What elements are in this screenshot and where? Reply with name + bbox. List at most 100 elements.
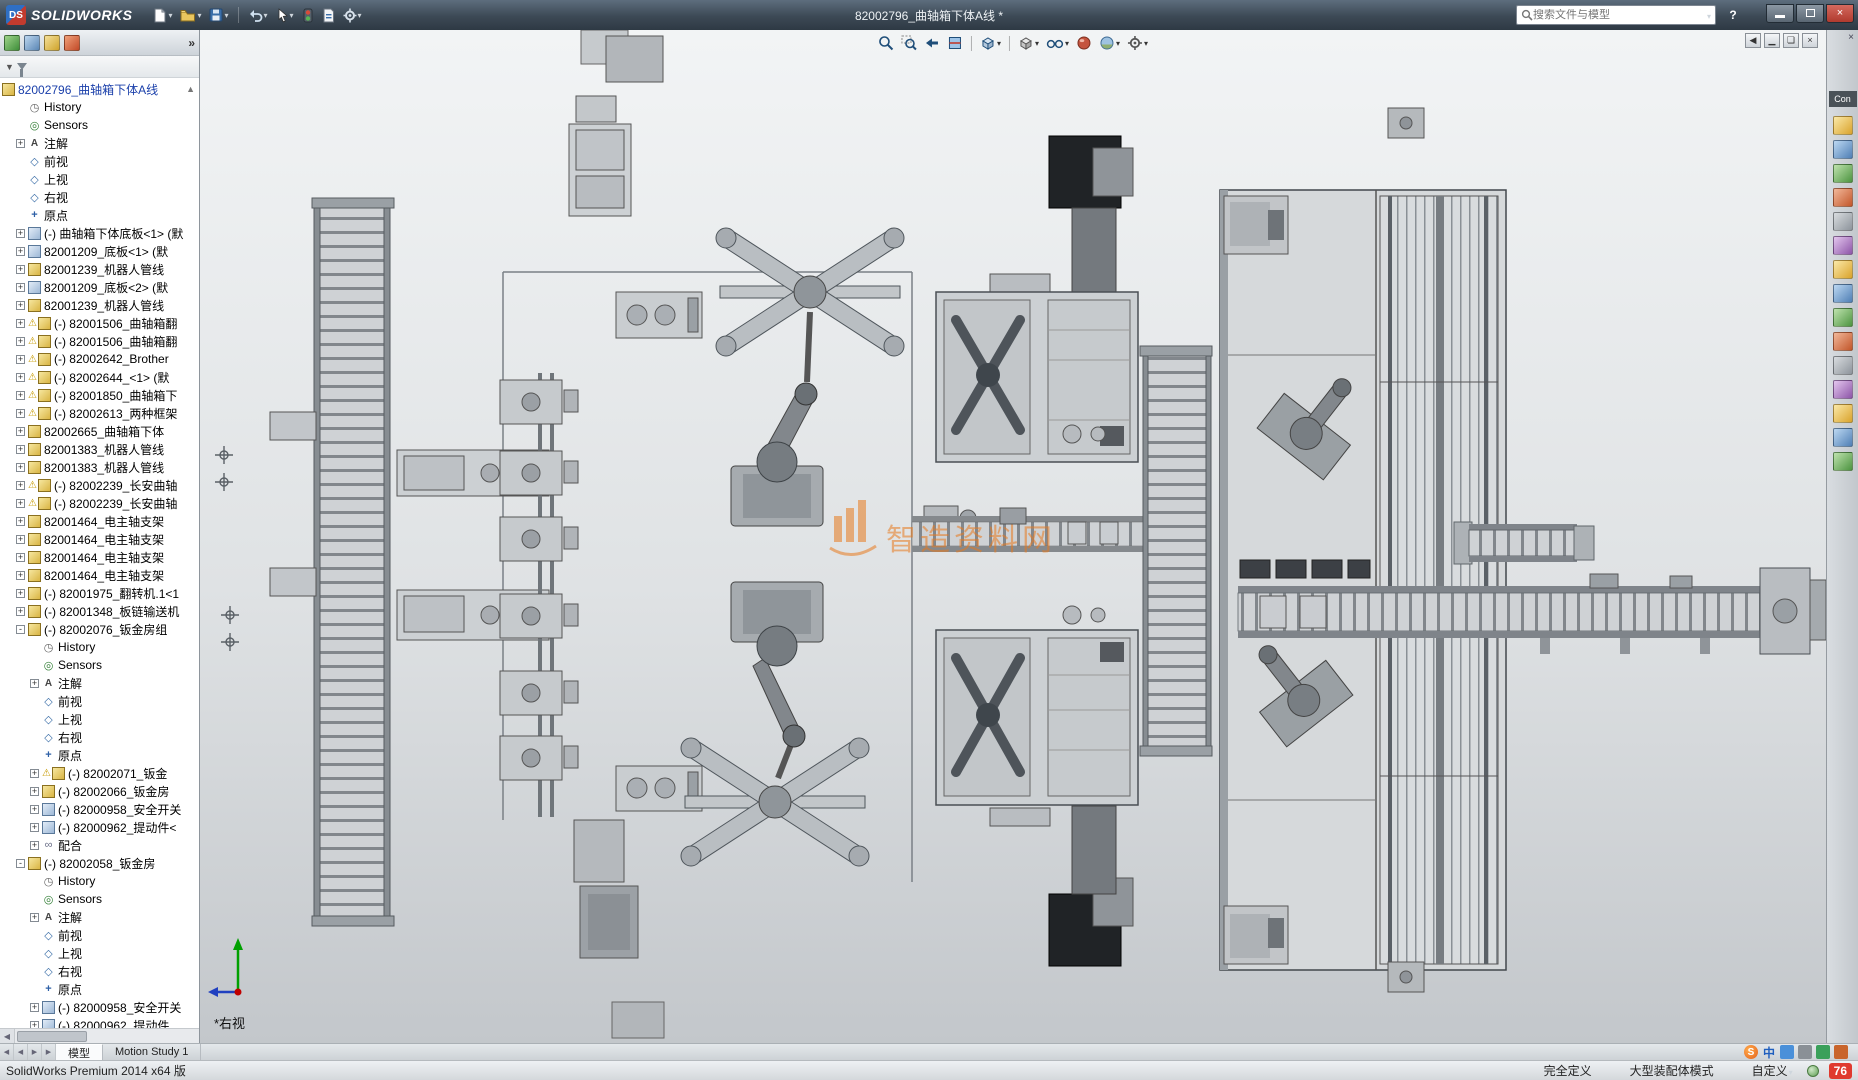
tree-item[interactable]: + (-) 82002642_Brother [0, 350, 199, 368]
expand-toggle[interactable]: + [16, 265, 25, 274]
tree-item[interactable]: + 注解 [0, 134, 199, 152]
featuremanager-tab-icon[interactable] [4, 35, 20, 51]
configurationmanager-tab-icon[interactable] [44, 35, 60, 51]
scrollbar-thumb[interactable] [17, 1031, 87, 1042]
next-tab-arrow[interactable]: ▶ [28, 1044, 42, 1060]
tab-model[interactable]: 模型 [56, 1044, 103, 1060]
expand-toggle[interactable]: + [16, 373, 25, 382]
tree-item[interactable]: + (-) 82000962_提动件 [0, 1016, 199, 1028]
doc-restore-button[interactable]: ❏ [1783, 33, 1799, 48]
task-icon-14[interactable] [1833, 428, 1853, 447]
save-button[interactable] [206, 4, 231, 26]
task-icon-11[interactable] [1833, 356, 1853, 375]
tree-item[interactable]: History [0, 98, 199, 116]
task-icon-09[interactable] [1833, 308, 1853, 327]
tree-item[interactable]: + 82002665_曲轴箱下体 [0, 422, 199, 440]
tree-item[interactable]: 原点 [0, 746, 199, 764]
options-button[interactable] [340, 4, 365, 26]
tree-item[interactable]: + 82001383_机器人管线 [0, 440, 199, 458]
tree-item[interactable]: History [0, 638, 199, 656]
expand-toggle[interactable]: + [16, 283, 25, 292]
doc-minimize-button[interactable]: ▁ [1764, 33, 1780, 48]
tree-item[interactable]: 上视 [0, 944, 199, 962]
hide-show-items-button[interactable] [1044, 33, 1071, 53]
tree-item[interactable]: Sensors [0, 656, 199, 674]
expand-toggle[interactable]: + [16, 589, 25, 598]
expand-toggle[interactable]: + [30, 1021, 39, 1029]
task-pane-close-icon[interactable] [1848, 32, 1854, 43]
tree-item[interactable]: Sensors [0, 116, 199, 134]
tree-item[interactable]: 右视 [0, 728, 199, 746]
rebuild-button[interactable] [299, 4, 317, 26]
graphics-area[interactable]: 智造资料网 *右视 [200, 30, 1826, 1043]
file-properties-button[interactable] [319, 4, 338, 26]
expand-toggle[interactable]: + [16, 445, 25, 454]
search-box[interactable] [1516, 5, 1716, 25]
expand-toggle[interactable]: + [30, 823, 39, 832]
expand-toggle[interactable]: + [16, 247, 25, 256]
expand-toggle[interactable]: - [16, 859, 25, 868]
task-icon-10[interactable] [1833, 332, 1853, 351]
new-document-button[interactable] [150, 4, 175, 26]
tree-item[interactable]: - (-) 82002058_钣金房 [0, 854, 199, 872]
tree-item[interactable]: + 注解 [0, 908, 199, 926]
ime-toolbox-icon[interactable] [1834, 1045, 1848, 1059]
propertymanager-tab-icon[interactable] [24, 35, 40, 51]
expand-toggle[interactable]: + [16, 499, 25, 508]
section-view-button[interactable] [945, 33, 965, 53]
tree-item[interactable]: 右视 [0, 188, 199, 206]
ime-pen-icon[interactable] [1798, 1045, 1812, 1059]
expand-toggle[interactable]: + [16, 427, 25, 436]
doc-collapse-button[interactable]: ◀ [1745, 33, 1761, 48]
tree-item[interactable]: + 配合 [0, 836, 199, 854]
tree-item[interactable]: 前视 [0, 152, 199, 170]
tree-item[interactable]: + 82001383_机器人管线 [0, 458, 199, 476]
expand-toggle[interactable]: + [16, 301, 25, 310]
task-icon-02[interactable] [1833, 140, 1853, 159]
expand-toggle[interactable]: + [16, 229, 25, 238]
view-orientation-button[interactable] [978, 33, 1003, 53]
undo-button[interactable] [245, 4, 271, 26]
expand-toggle[interactable]: + [16, 337, 25, 346]
tree-item[interactable]: 前视 [0, 692, 199, 710]
expand-toggle[interactable]: + [30, 1003, 39, 1012]
ime-logo-icon[interactable]: S [1744, 1045, 1758, 1059]
tree-item[interactable]: + (-) 82001506_曲轴箱翻 [0, 332, 199, 350]
task-icon-04[interactable] [1833, 188, 1853, 207]
expand-toggle[interactable]: + [16, 319, 25, 328]
tree-item[interactable]: 前视 [0, 926, 199, 944]
tree-item[interactable]: + (-) 82000962_提动件< [0, 818, 199, 836]
tree-item[interactable]: + 注解 [0, 674, 199, 692]
previous-view-button[interactable] [922, 33, 942, 53]
tree-root-item[interactable]: 82002796_曲轴箱下体A线 ▲ [0, 80, 199, 98]
tree-scroll-up-icon[interactable]: ▲ [186, 84, 195, 94]
expand-toggle[interactable]: + [30, 679, 39, 688]
close-button[interactable]: × [1826, 4, 1854, 23]
notification-badge[interactable]: 76 [1829, 1063, 1852, 1079]
tree-item[interactable]: + 82001464_电主轴支架 [0, 548, 199, 566]
last-tab-arrow[interactable]: ▶ [42, 1044, 56, 1060]
tree-item[interactable]: + 82001239_机器人管线 [0, 260, 199, 278]
tree-item[interactable]: - (-) 82002076_钣金房组 [0, 620, 199, 638]
tree-item[interactable]: + (-) 82001850_曲轴箱下 [0, 386, 199, 404]
prev-tab-arrow[interactable]: ◀ [14, 1044, 28, 1060]
tree-item[interactable]: + (-) 82000958_安全开关 [0, 800, 199, 818]
tree-item[interactable]: + (-) 82002239_长安曲轴 [0, 476, 199, 494]
tree-item[interactable]: 上视 [0, 710, 199, 728]
tree-horizontal-scrollbar[interactable]: ◀ [0, 1028, 199, 1043]
tree-item[interactable]: + 82001464_电主轴支架 [0, 512, 199, 530]
tree-item[interactable]: 原点 [0, 980, 199, 998]
minimize-button[interactable] [1766, 4, 1794, 23]
help-button[interactable]: ? [1724, 6, 1742, 24]
open-button[interactable] [177, 4, 204, 26]
ime-keyboard-icon[interactable] [1816, 1045, 1830, 1059]
task-icon-06[interactable] [1833, 236, 1853, 255]
first-tab-arrow[interactable]: ◀ [0, 1044, 14, 1060]
edit-appearance-button[interactable] [1074, 33, 1094, 53]
tree-item[interactable]: + 82001239_机器人管线 [0, 296, 199, 314]
filter-dropdown-caret[interactable]: ▼ [5, 62, 14, 72]
status-custom-dropdown[interactable]: 自定义 [1752, 1062, 1793, 1079]
expand-toggle[interactable]: + [30, 787, 39, 796]
search-input[interactable] [1533, 9, 1706, 21]
expand-toggle[interactable]: + [16, 355, 25, 364]
